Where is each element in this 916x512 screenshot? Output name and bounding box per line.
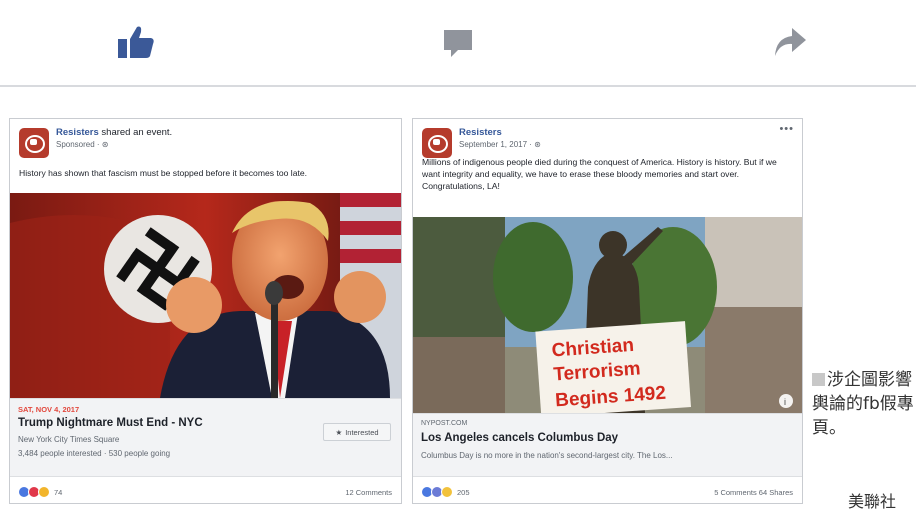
comments-count[interactable]: 12 Comments (345, 488, 392, 497)
post-header: Resisters September 1, 2017 · ⊛ ••• Mill… (413, 119, 802, 191)
comments-shares-count[interactable]: 5 Comments 64 Shares (714, 488, 793, 497)
action-bar (0, 0, 916, 87)
post-image-statue[interactable]: Christian Terrorism Begins 1492 i (413, 217, 802, 413)
page-name-link[interactable]: Resisters (459, 127, 502, 138)
post-card-event: Resisters shared an event. Sponsored · ⊛… (9, 118, 402, 504)
interested-button[interactable]: ★ Interested (323, 423, 391, 441)
event-link-preview[interactable]: SAT, NOV 4, 2017 Trump Nightmare Must En… (10, 398, 401, 477)
post-footer: 205 5 Comments 64 Shares (413, 481, 802, 503)
page-name-link[interactable]: Resisters (56, 127, 99, 138)
star-icon: ★ (335, 427, 343, 437)
event-location: New York City Times Square (18, 435, 120, 444)
reaction-count: 205 (457, 487, 470, 497)
haha-reaction-icon (441, 486, 453, 498)
angry-reaction-icon (38, 486, 50, 498)
share-arrow-icon[interactable] (770, 22, 810, 62)
reaction-count: 74 (54, 487, 63, 497)
reaction-summary[interactable]: 74 (18, 486, 62, 498)
toolbar-divider (0, 85, 916, 87)
link-domain: NYPOST.COM (421, 420, 468, 427)
post-text: Millions of indigenous people died durin… (422, 157, 777, 191)
event-date: SAT, NOV 4, 2017 (18, 405, 80, 414)
post-sponsored-label: Sponsored · ⊛ (56, 140, 109, 149)
post-card-link: Resisters September 1, 2017 · ⊛ ••• Mill… (412, 118, 803, 504)
more-options-icon[interactable]: ••• (779, 123, 794, 135)
svg-text:i: i (784, 397, 786, 407)
post-footer: 74 12 Comments (10, 481, 401, 503)
post-date: September 1, 2017 · ⊛ (459, 140, 541, 149)
post-header: Resisters shared an event. Sponsored · ⊛… (10, 119, 401, 189)
post-text: History has shown that fascism must be s… (19, 168, 308, 178)
speech-bubble-icon[interactable] (438, 22, 478, 62)
post-image-protest[interactable] (10, 193, 401, 398)
photo-caption: 涉企圖影響輿論的fb假專頁。 (812, 370, 914, 438)
caption-square-icon (812, 373, 825, 386)
event-stats: 3,484 people interested · 530 people goi… (18, 449, 171, 458)
thumbs-up-icon[interactable] (116, 22, 156, 62)
event-title[interactable]: Trump Nightmare Must End - NYC (18, 417, 203, 429)
link-title[interactable]: Los Angeles cancels Columbus Day (421, 432, 618, 444)
post-action-text: shared an event. (98, 127, 173, 138)
photo-credit: 美聯社 (848, 492, 897, 511)
link-description: Columbus Day is no more in the nation's … (421, 451, 673, 460)
page-avatar[interactable] (19, 128, 49, 158)
link-preview[interactable]: NYPOST.COM Los Angeles cancels Columbus … (413, 413, 802, 477)
reaction-summary[interactable]: 205 (421, 486, 470, 498)
page-avatar[interactable] (422, 128, 452, 158)
